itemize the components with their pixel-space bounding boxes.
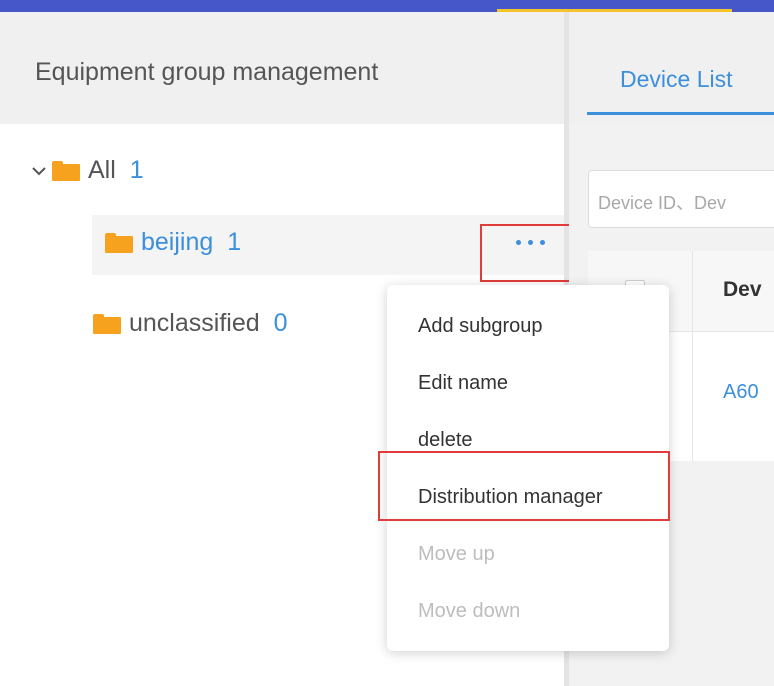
tree-node-unclassified[interactable]: unclassified 0 <box>93 309 288 338</box>
annotation-highlight-box <box>378 451 670 521</box>
chevron-down-icon[interactable] <box>30 162 48 180</box>
folder-icon <box>52 160 80 181</box>
menu-item-add-subgroup[interactable]: Add subgroup <box>418 315 543 338</box>
folder-icon <box>105 232 133 253</box>
tree-node-count: 1 <box>227 228 242 256</box>
tree-node-beijing[interactable]: beijing 1 <box>105 228 241 257</box>
table-column-divider <box>692 251 693 461</box>
menu-item-move-up: Move up <box>418 543 495 565</box>
folder-icon <box>93 313 121 334</box>
more-options-button[interactable] <box>480 224 580 282</box>
tree-node-label: All <box>88 156 116 184</box>
tree-node-label: beijing <box>141 228 214 256</box>
device-id-link[interactable]: A60 <box>723 381 759 404</box>
tree-node-all[interactable]: All 1 <box>30 156 144 185</box>
sidebar-title: Equipment group management <box>35 58 379 86</box>
menu-item-delete[interactable]: delete <box>418 429 473 452</box>
tab-device-list[interactable]: Device List <box>620 66 732 93</box>
active-tab-indicator <box>587 112 774 115</box>
search-placeholder: Device ID、Dev <box>598 193 727 213</box>
tree-node-count: 0 <box>273 309 288 337</box>
menu-item-edit-name[interactable]: Edit name <box>418 372 508 395</box>
column-header-device: Dev <box>723 278 762 301</box>
tree-node-label: unclassified <box>129 309 260 337</box>
page: Equipment group management All 1 beijing… <box>0 0 774 686</box>
more-horizontal-icon <box>515 240 521 245</box>
menu-item-move-down: Move down <box>418 600 521 622</box>
tree-node-count: 1 <box>129 156 144 184</box>
